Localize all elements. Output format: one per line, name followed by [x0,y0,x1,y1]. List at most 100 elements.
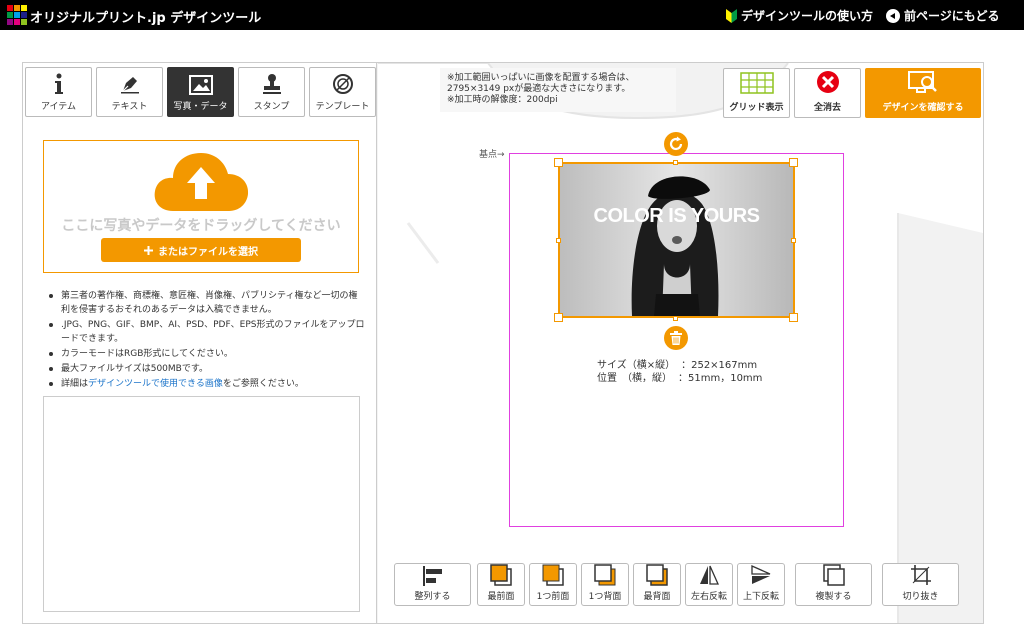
confirm-design-label: デザインを確認する [882,103,964,113]
detail-link[interactable]: デザインツールで使用できる画像 [88,379,223,389]
portrait-photo [560,164,793,316]
info-line: ※加工時の解像度：200dpi [447,95,558,105]
select-file-button[interactable]: またはファイルを選択 [101,238,301,262]
template-icon [332,74,353,94]
tab-template-label: テンプレート [315,102,370,112]
image-overlay-text: COLOR IS YOURS [593,205,761,227]
howto-link[interactable]: デザインツールの使い方 [726,7,873,24]
tab-text[interactable]: テキスト [96,67,163,117]
size-position-readout: サイズ（横×縦） ：252×167mm 位置 （横，縦） ：51mm，10mm [589,353,763,393]
tab-text-label: テキスト [111,102,148,112]
duplicate-label: 複製する [815,592,852,602]
resize-handle-left[interactable] [556,238,561,243]
delete-button[interactable] [664,326,688,350]
flip-vertical-label: 上下反転 [742,592,779,602]
plus-icon [144,245,153,255]
send-backward-label: 1つ背面 [588,592,622,602]
design-tool-app: アイテム テキスト 写真・データ スタンプ テンプレート ここに写真やデータをド… [22,62,984,624]
tab-item-label: アイテム [40,102,77,112]
send-backward-button[interactable]: 1つ背面 [581,563,629,606]
bring-forward-icon [542,564,564,586]
grid-icon [739,72,774,94]
flip-vertical-button[interactable]: 上下反転 [737,563,785,606]
flip-horizontal-label: 左右反転 [690,592,727,602]
resize-handle-top[interactable] [673,160,678,165]
print-info-box: ※加工範囲いっぱいに画像を配置する場合は、 2795×3149 pxが最適な大き… [440,68,676,112]
clear-all-button[interactable]: 全消去 [794,68,861,118]
bring-forward-button[interactable]: 1つ前面 [529,563,577,606]
note-max-size: 最大ファイルサイズは500MBです。 [45,362,365,376]
align-label: 整列する [414,592,451,602]
origin-label: 基点→ [479,150,505,160]
info-line: 2795×3149 pxが最適な大きさになります。 [447,84,631,94]
resize-handle-top-right[interactable] [789,158,798,167]
beginner-mark-icon [726,8,737,23]
note-detail: 詳細はデザインツールで使用できる画像をご参照ください。 [45,377,365,391]
duplicate-icon [822,564,845,586]
confirm-design-button[interactable]: デザインを確認する [865,68,981,118]
resize-handle-bottom[interactable] [673,316,678,321]
brand-title: オリジナルプリント.jp デザインツール [30,11,262,26]
dropzone-text: ここに写真やデータをドラッグしてください [61,218,341,234]
rotate-icon [669,136,683,151]
position-value: ：51mm，10mm [678,373,763,384]
trash-icon [670,331,682,345]
top-bar: オリジナルプリント.jp デザインツール デザインツールの使い方 前ページにもど… [0,0,1024,30]
stamp-icon [262,74,281,94]
note-formats: .JPG、PNG、GIF、BMP、AI、PSD、PDF、EPS形式のファイルをア… [45,318,365,346]
grid-toggle-button[interactable]: グリッド表示 [723,68,790,118]
image-icon [188,75,213,95]
bring-to-front-label: 最前面 [487,592,515,602]
crop-icon [910,565,931,585]
crop-label: 切り抜き [902,592,939,602]
bring-to-front-icon [490,564,512,586]
back-link-label: 前ページにもどる [904,9,1000,23]
detail-suffix: をご参照ください。 [222,379,304,389]
detail-prefix: 詳細は [61,379,89,389]
tab-stamp[interactable]: スタンプ [238,67,305,117]
position-label: 位置 （横，縦） [597,373,672,384]
info-line: ※加工範囲いっぱいに画像を配置する場合は、 [447,73,635,83]
left-panel: アイテム テキスト 写真・データ スタンプ テンプレート ここに写真やデータをド… [23,63,377,623]
align-icon [422,566,442,586]
bring-forward-label: 1つ前面 [536,592,570,602]
rotate-button[interactable] [664,132,688,156]
tool-tabs: アイテム テキスト 写真・データ スタンプ テンプレート [25,67,376,117]
logo-cube-icon [7,5,27,25]
upload-notes: 第三者の著作権、商標権、意匠権、肖像権、パブリシティ権など一切の権利を侵害するお… [45,289,365,392]
send-backward-icon [594,564,616,586]
send-to-back-button[interactable]: 最背面 [633,563,681,606]
size-label: サイズ（横×縦） [597,360,676,371]
resize-handle-bottom-right[interactable] [789,313,798,322]
resize-handle-top-left[interactable] [554,158,563,167]
back-arrow-icon [886,8,900,23]
bring-to-front-button[interactable]: 最前面 [477,563,525,606]
pen-icon [120,77,139,94]
note-copyright: 第三者の著作権、商標権、意匠権、肖像権、パブリシティ権など一切の権利を侵害するお… [45,289,365,317]
resize-handle-bottom-left[interactable] [554,313,563,322]
crop-button[interactable]: 切り抜き [882,563,959,606]
align-button[interactable]: 整列する [394,563,471,606]
grid-toggle-label: グリッド表示 [729,103,784,113]
selected-image[interactable]: COLOR IS YOURS [558,162,795,318]
info-icon [54,73,63,94]
file-dropzone[interactable]: ここに写真やデータをドラッグしてください またはファイルを選択 [43,140,359,273]
tab-stamp-label: スタンプ [253,102,290,112]
clear-all-label: 全消去 [813,103,841,113]
send-to-back-label: 最背面 [643,592,671,602]
select-file-label: またはファイルを選択 [158,246,258,258]
note-color-mode: カラーモードはRGB形式にしてください。 [45,347,365,361]
resize-handle-right[interactable] [791,238,796,243]
preview-screen-icon [908,71,937,93]
duplicate-button[interactable]: 複製する [795,563,872,606]
flip-horizontal-button[interactable]: 左右反転 [685,563,733,606]
uploaded-file-list[interactable] [43,396,360,612]
send-to-back-icon [646,564,668,586]
tab-item[interactable]: アイテム [25,67,92,117]
tab-photo-data[interactable]: 写真・データ [167,67,234,117]
tab-template[interactable]: テンプレート [309,67,376,117]
close-icon [816,71,839,93]
cloud-upload-icon [154,153,249,211]
back-link[interactable]: 前ページにもどる [886,7,1000,24]
flip-horizontal-icon [700,565,720,585]
